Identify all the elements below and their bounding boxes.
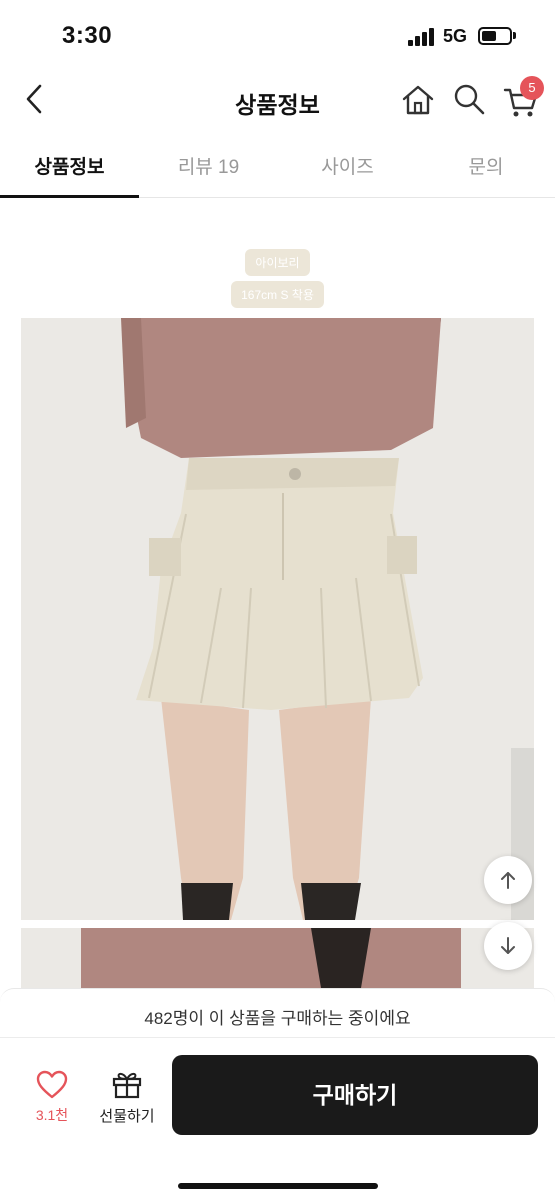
scroll-up-button[interactable] [484, 856, 532, 904]
search-icon[interactable] [452, 82, 486, 116]
arrow-down-icon [501, 937, 515, 954]
tab-reviews[interactable]: 리뷰 19 [139, 152, 278, 179]
battery-tip [513, 32, 516, 39]
like-count: 3.1천 [35, 1107, 69, 1123]
battery-icon [478, 27, 512, 45]
buy-button[interactable]: 구매하기 [172, 1055, 538, 1135]
product-photo-illustration [21, 318, 534, 920]
divider [0, 1037, 555, 1038]
status-bar: 3:30 5G [0, 0, 555, 70]
network-label: 5G [443, 26, 468, 46]
cart-count-badge: 5 [520, 76, 544, 100]
like-button[interactable]: 3.1천 [24, 1066, 80, 1126]
home-indicator [178, 1183, 378, 1189]
product-image [21, 318, 534, 920]
arrow-up-icon [501, 872, 515, 889]
scroll-down-button[interactable] [484, 922, 532, 970]
live-viewers-text: 482명이 이 상품을 구매하는 중이에요 [144, 1009, 411, 1028]
size-note-chip: 167cm S 착용 [0, 281, 555, 308]
tab-bar: 상품정보 리뷰 19 사이즈 문의 [0, 132, 555, 198]
active-tab-indicator [0, 195, 139, 198]
home-icon[interactable] [400, 82, 436, 118]
gift-button[interactable]: 선물하기 [92, 1066, 162, 1126]
signal-icon [408, 28, 436, 46]
navigation-bar: 상품정보 5 [0, 70, 555, 132]
color-chip: 아이보리 [0, 249, 555, 276]
gift-label: 선물하기 [99, 1108, 155, 1125]
product-image-second [21, 928, 534, 988]
tab-inquiry[interactable]: 문의 [417, 152, 555, 179]
heart-icon [36, 1070, 68, 1099]
tab-product-info[interactable]: 상품정보 [0, 152, 139, 179]
gift-icon [112, 1072, 142, 1099]
product-photo-illustration-second [21, 928, 534, 988]
tab-size[interactable]: 사이즈 [278, 152, 417, 179]
status-time: 3:30 [62, 22, 113, 49]
